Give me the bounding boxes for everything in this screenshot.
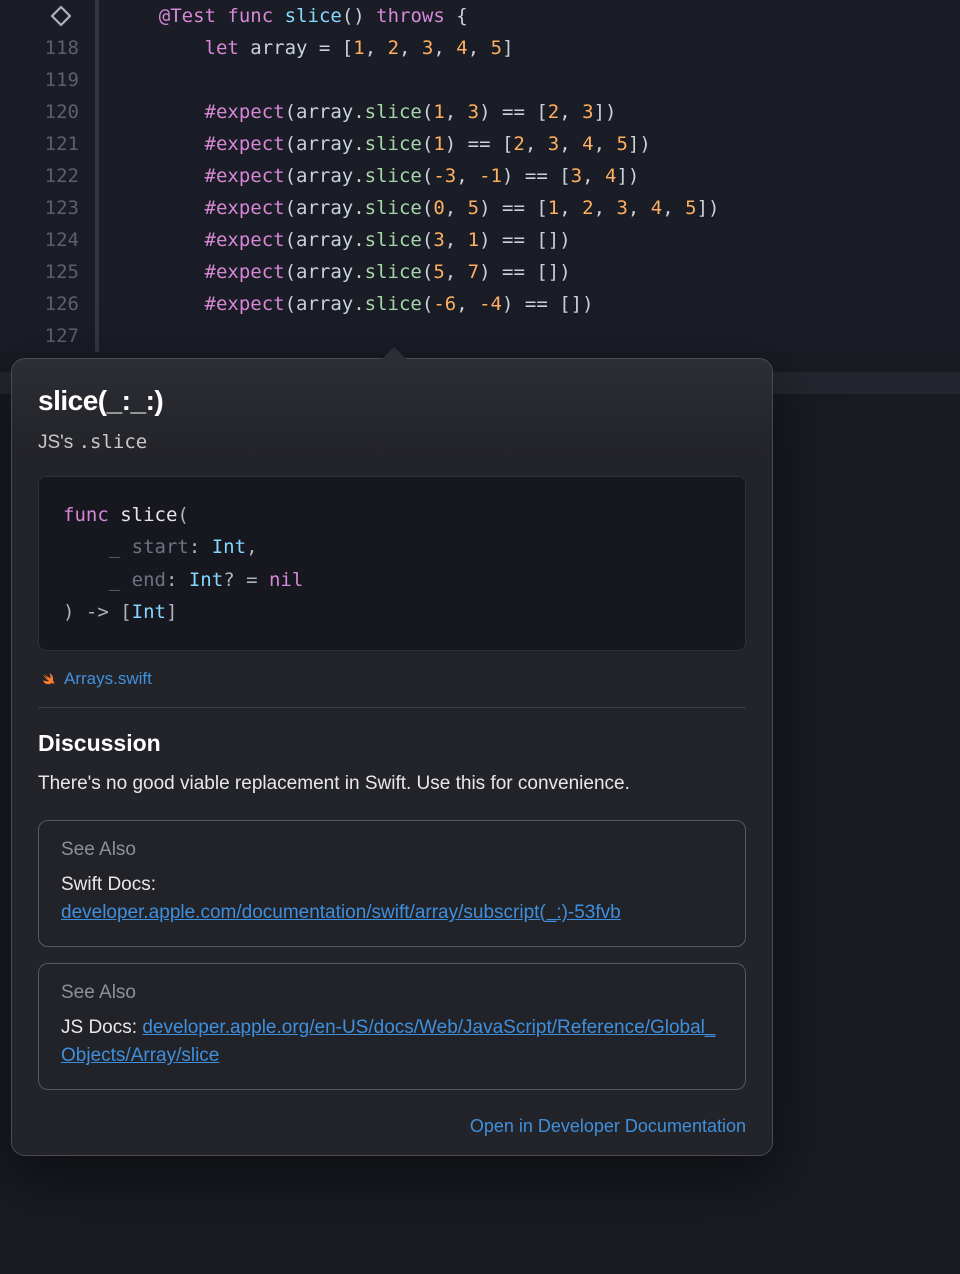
signature-box: func slice( _ start: Int, _ end: Int? = … — [38, 476, 746, 651]
gutter: 120 — [0, 101, 95, 123]
discussion-heading: Discussion — [38, 730, 746, 757]
gutter-bar — [95, 0, 99, 352]
seealso-label: See Also — [61, 982, 723, 1004]
code-line[interactable]: 123 #expect(array.slice(0, 5) == [1, 2, … — [0, 192, 960, 224]
popover-subtitle: JS's .slice — [38, 431, 746, 454]
gutter: 122 — [0, 165, 95, 187]
line-content[interactable]: let array = [1, 2, 3, 4, 5] — [95, 37, 514, 59]
gutter: 123 — [0, 197, 95, 219]
discussion-text: There's no good viable replacement in Sw… — [38, 771, 746, 798]
gutter: 119 — [0, 69, 95, 91]
line-content[interactable]: @Test func slice() throws { — [95, 5, 468, 27]
popover-title: slice(_:_:) — [38, 385, 746, 417]
line-number: 121 — [45, 133, 79, 155]
code-line[interactable]: 126 #expect(array.slice(-6, -4) == []) — [0, 288, 960, 320]
seealso-box: See Also Swift Docs: developer.apple.com… — [38, 820, 746, 947]
seealso-text: Swift Docs: developer.apple.com/document… — [61, 871, 723, 928]
gutter: 127 — [0, 325, 95, 347]
line-number: 119 — [45, 69, 79, 91]
run-test-icon[interactable] — [49, 4, 73, 28]
line-content[interactable]: #expect(array.slice(0, 5) == [1, 2, 3, 4… — [95, 197, 719, 219]
code-line[interactable]: 127 — [0, 320, 960, 352]
line-number: 125 — [45, 261, 79, 283]
line-content[interactable]: #expect(array.slice(-6, -4) == []) — [95, 293, 594, 315]
seealso-text: JS Docs: developer.apple.org/en-US/docs/… — [61, 1014, 723, 1071]
seealso-prefix: JS Docs: — [61, 1017, 142, 1038]
line-number: 118 — [45, 37, 79, 59]
line-number: 122 — [45, 165, 79, 187]
popover-footer: Open in Developer Documentation — [38, 1106, 746, 1137]
line-number: 126 — [45, 293, 79, 315]
code-line[interactable]: 121 #expect(array.slice(1) == [2, 3, 4, … — [0, 128, 960, 160]
seealso-box: See Also JS Docs: developer.apple.org/en… — [38, 963, 746, 1090]
code-line[interactable]: 120 #expect(array.slice(1, 3) == [2, 3]) — [0, 96, 960, 128]
gutter: 121 — [0, 133, 95, 155]
seealso-link[interactable]: developer.apple.com/documentation/swift/… — [61, 902, 621, 923]
subtitle-prefix: JS's — [38, 432, 79, 453]
seealso-prefix: Swift Docs: — [61, 874, 156, 895]
open-docs-link[interactable]: Open in Developer Documentation — [470, 1116, 746, 1136]
line-number: 124 — [45, 229, 79, 251]
code-line[interactable]: 124 #expect(array.slice(3, 1) == []) — [0, 224, 960, 256]
line-content[interactable]: #expect(array.slice(1, 3) == [2, 3]) — [95, 101, 616, 123]
swift-icon — [38, 670, 56, 688]
gutter: 124 — [0, 229, 95, 251]
gutter: 126 — [0, 293, 95, 315]
line-number: 123 — [45, 197, 79, 219]
gutter: 118 — [0, 37, 95, 59]
line-content[interactable]: #expect(array.slice(1) == [2, 3, 4, 5]) — [95, 133, 651, 155]
seealso-link[interactable]: developer.apple.org/en-US/docs/Web/JavaS… — [61, 1017, 715, 1067]
code-editor[interactable]: @Test func slice() throws { 118 let array… — [0, 0, 960, 352]
gutter: 125 — [0, 261, 95, 283]
line-number: 120 — [45, 101, 79, 123]
divider — [38, 707, 746, 708]
subtitle-code: .slice — [79, 431, 148, 453]
line-content[interactable]: #expect(array.slice(-3, -1) == [3, 4]) — [95, 165, 639, 187]
line-content[interactable]: #expect(array.slice(3, 1) == []) — [95, 229, 571, 251]
line-content[interactable]: #expect(array.slice(5, 7) == []) — [95, 261, 571, 283]
line-number: 127 — [45, 325, 79, 347]
code-line[interactable]: 118 let array = [1, 2, 3, 4, 5] — [0, 32, 960, 64]
code-line[interactable]: 122 #expect(array.slice(-3, -1) == [3, 4… — [0, 160, 960, 192]
quickhelp-popover: slice(_:_:) JS's .slice func slice( _ st… — [11, 358, 773, 1156]
seealso-label: See Also — [61, 839, 723, 861]
code-line[interactable]: @Test func slice() throws { — [0, 0, 960, 32]
code-line[interactable]: 125 #expect(array.slice(5, 7) == []) — [0, 256, 960, 288]
source-file-label: Arrays.swift — [64, 669, 152, 689]
code-line[interactable]: 119 — [0, 64, 960, 96]
gutter — [0, 4, 95, 28]
source-file-link[interactable]: Arrays.swift — [38, 669, 746, 689]
